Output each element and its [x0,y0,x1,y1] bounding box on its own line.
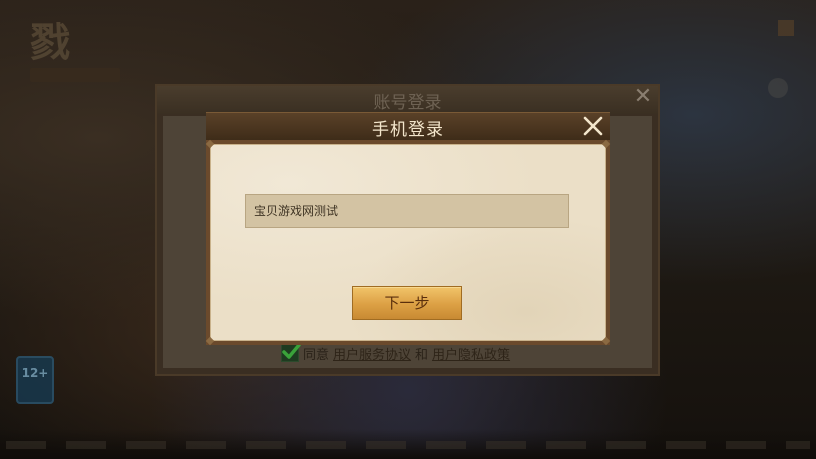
phone-login-header: 手机登录 [206,112,610,141]
close-icon[interactable]: ✕ [632,86,654,108]
game-logo-subtitle [30,68,120,82]
announcement-icon [778,20,794,36]
account-login-title: 账号登录 [373,93,442,113]
frame-corner-ornament [205,336,215,346]
phone-number-input[interactable]: 宝贝游戏网测试 [245,194,569,228]
next-step-button[interactable]: 下一步 [352,286,462,320]
agreement-checkbox[interactable] [281,343,301,362]
checkmark-icon [282,343,301,359]
side-menu-icon [768,78,788,98]
close-icon[interactable] [582,115,604,137]
phone-login-dialog: 手机登录 宝贝游戏网测试 下一步 [205,112,611,346]
agreement-and: 和 [415,347,429,363]
phone-login-body: 宝贝游戏网测试 下一步 [205,139,611,346]
phone-login-title: 手机登录 [372,120,444,140]
terms-of-service-link[interactable]: 用户服务协议 [333,344,411,363]
frame-corner-ornament [601,336,611,346]
frame-corner-ornament [601,139,611,149]
agreement-row: 同意 用户服务协议和用户隐私政策 [281,343,510,363]
frame-corner-ornament [205,139,215,149]
phone-login-frame: 宝贝游戏网测试 下一步 [205,139,611,346]
bottom-notice-strip [0,429,816,459]
age-rating-badge: 12+ [16,356,54,404]
privacy-policy-link[interactable]: 用户隐私政策 [432,344,510,363]
agreement-prefix: 同意 [303,347,330,363]
